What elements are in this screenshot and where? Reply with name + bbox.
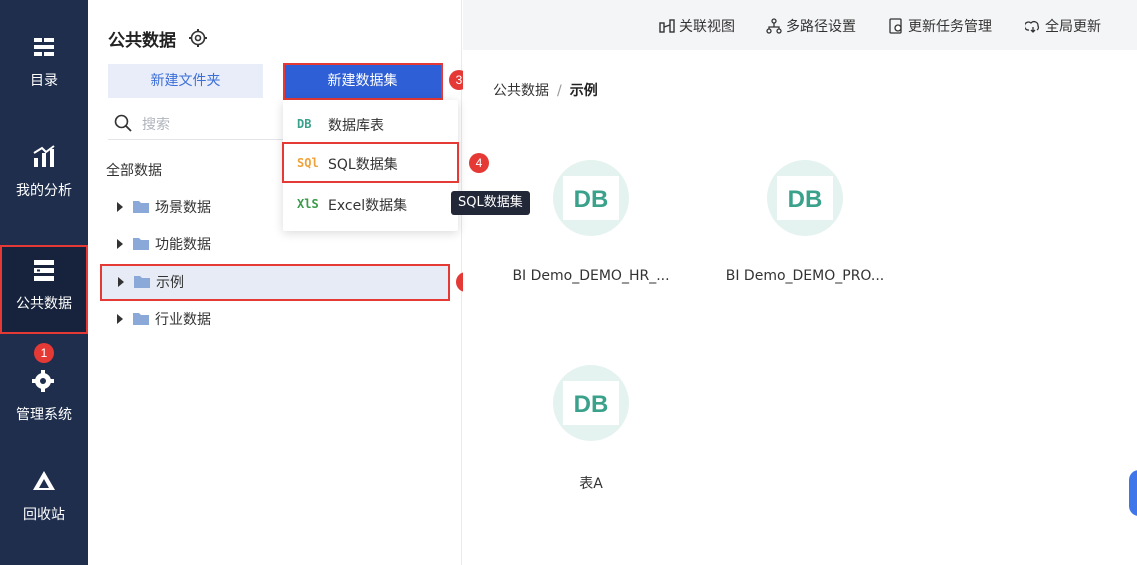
db-icon: DB xyxy=(767,160,843,236)
menu-item-label: Excel数据集 xyxy=(328,198,408,214)
menu-item-sql-dataset[interactable]: SQl SQL数据集 xyxy=(283,144,458,182)
db-icon: DB xyxy=(553,365,629,441)
toolbar-global-update[interactable]: 全局更新 xyxy=(1025,16,1101,36)
tree-item-example[interactable]: 示例 xyxy=(102,265,448,299)
top-toolbar: 关联视图 多路径设置 更新任务管理 全局更新 xyxy=(463,0,1137,50)
analysis-chart-icon xyxy=(33,145,55,167)
step-badge: 1 xyxy=(34,343,54,363)
nav-item-label: 回收站 xyxy=(23,507,65,523)
settings-gear-icon xyxy=(32,370,54,392)
search-placeholder: 搜索 xyxy=(142,117,170,133)
expand-arrow-icon[interactable] xyxy=(118,277,124,287)
dataset-card-name: BI Demo_DEMO_PRO... xyxy=(725,268,885,284)
dataset-card[interactable]: DB BI Demo_DEMO_PRO... xyxy=(715,160,895,320)
folder-icon xyxy=(133,238,149,250)
breadcrumb-root[interactable]: 公共数据 xyxy=(493,83,549,99)
toolbar-update-task[interactable]: 更新任务管理 xyxy=(888,16,992,36)
recycle-bin-icon xyxy=(33,471,55,490)
left-nav: 目录 我的分析 公共数据 管理系统 回收站 xyxy=(0,0,88,565)
global-update-icon xyxy=(1025,21,1040,33)
expand-arrow-icon[interactable] xyxy=(117,202,123,212)
breadcrumb-separator: / xyxy=(557,83,562,99)
toolbar-relation-view[interactable]: 关联视图 xyxy=(659,16,735,36)
nav-item-public-data[interactable]: 公共数据 xyxy=(0,247,88,333)
new-dataset-button[interactable]: 新建数据集 xyxy=(284,64,441,98)
menu-item-label: 数据库表 xyxy=(328,118,384,134)
tree-item-label: 行业数据 xyxy=(155,312,211,328)
tree-root-all-data[interactable]: 全部数据 xyxy=(106,160,162,180)
list-icon xyxy=(34,38,54,56)
app-window: 目录 我的分析 公共数据 管理系统 回收站 1 公共数据 新建文件夹 新建数据集… xyxy=(0,0,1137,565)
expand-arrow-icon[interactable] xyxy=(117,239,123,249)
new-folder-button[interactable]: 新建文件夹 xyxy=(108,64,263,98)
side-collapse-tab[interactable] xyxy=(1129,470,1137,516)
toolbar-multi-path[interactable]: 多路径设置 xyxy=(766,16,856,36)
db-table-icon: DB xyxy=(297,117,312,131)
expand-arrow-icon[interactable] xyxy=(117,314,123,324)
excel-icon: XlS xyxy=(297,197,319,211)
toolbar-label: 更新任务管理 xyxy=(908,19,992,35)
folder-icon xyxy=(133,313,149,325)
db-icon: DB xyxy=(553,160,629,236)
gear-icon[interactable] xyxy=(188,28,208,48)
menu-item-excel-dataset[interactable]: XlS Excel数据集 xyxy=(283,185,458,223)
sql-icon: SQl xyxy=(297,156,319,170)
dataset-card-name: 表A xyxy=(579,476,603,492)
search-icon xyxy=(114,114,132,132)
menu-item-label: SQL数据集 xyxy=(328,157,398,173)
dataset-card[interactable]: DB 表A xyxy=(501,365,681,525)
nav-item-label: 公共数据 xyxy=(16,296,72,312)
tree-item-function-data[interactable]: 功能数据 xyxy=(101,227,449,261)
new-dataset-menu: DB 数据库表 SQl SQL数据集 XlS Excel数据集 xyxy=(283,100,458,231)
main-content: 关联视图 多路径设置 更新任务管理 全局更新 公共数据 / 示例 DB BI Dem… xyxy=(463,0,1137,565)
folder-icon xyxy=(134,276,150,288)
toolbar-label: 全局更新 xyxy=(1045,19,1101,35)
panel-title: 公共数据 xyxy=(108,31,176,51)
relation-view-icon xyxy=(659,19,675,33)
menu-item-database-table[interactable]: DB 数据库表 xyxy=(283,105,458,143)
nav-item-catalog[interactable]: 目录 xyxy=(0,34,88,124)
nav-item-my-analysis[interactable]: 我的分析 xyxy=(0,144,88,234)
nav-item-label: 管理系统 xyxy=(16,407,72,423)
tree-item-label: 功能数据 xyxy=(155,237,211,253)
update-task-icon xyxy=(889,18,902,34)
toolbar-label: 多路径设置 xyxy=(786,19,856,35)
nav-item-label: 我的分析 xyxy=(16,183,72,199)
public-data-icon xyxy=(34,260,54,281)
breadcrumb: 公共数据 / 示例 xyxy=(493,80,598,100)
multi-path-icon xyxy=(766,18,782,34)
nav-item-label: 目录 xyxy=(30,73,58,89)
breadcrumb-current: 示例 xyxy=(569,83,598,99)
toolbar-label: 关联视图 xyxy=(679,19,735,35)
nav-item-management[interactable]: 管理系统 xyxy=(0,368,88,458)
search-input[interactable]: 搜索 xyxy=(108,108,283,140)
dataset-card[interactable]: DB BI Demo_DEMO_HR_... xyxy=(501,160,681,320)
data-tree-panel: 公共数据 新建文件夹 新建数据集 搜索 全部数据 场景数据 功能数据 示例 行业… xyxy=(88,0,462,565)
tree-item-label: 场景数据 xyxy=(155,200,211,216)
nav-item-recycle-bin[interactable]: 回收站 xyxy=(0,468,88,558)
step-badge: 4 xyxy=(469,153,489,173)
dataset-card-name: BI Demo_DEMO_HR_... xyxy=(512,268,670,284)
folder-icon xyxy=(133,201,149,213)
tree-item-industry-data[interactable]: 行业数据 xyxy=(101,302,449,336)
tooltip: SQL数据集 xyxy=(451,191,530,215)
tree-item-label: 示例 xyxy=(156,275,184,291)
